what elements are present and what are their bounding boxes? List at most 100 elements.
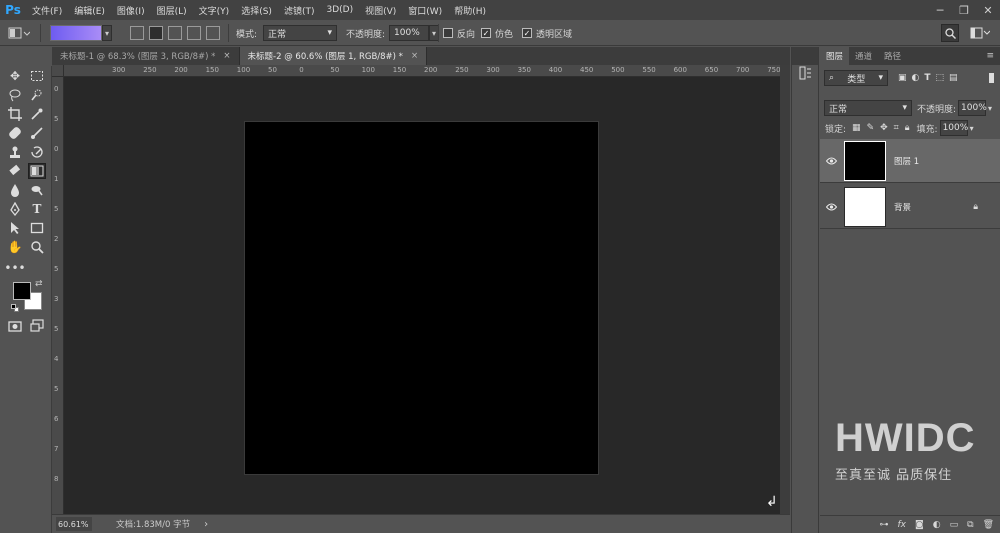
layer-name[interactable]: 背景 <box>894 201 911 213</box>
chevron-down-icon[interactable]: ▾ <box>970 124 974 133</box>
menu-filter[interactable]: 滤镜(T) <box>278 4 321 17</box>
layer-thumbnail[interactable] <box>844 186 886 227</box>
link-icon[interactable]: ⊶ <box>880 520 889 530</box>
layer-name[interactable]: 图层 1 <box>894 155 919 167</box>
new-layer-icon[interactable]: ⧉ <box>967 520 973 530</box>
dither-checkbox[interactable]: ✓ <box>481 28 491 38</box>
type-filter-icon[interactable]: T <box>924 73 930 83</box>
status-menu-arrow[interactable]: › <box>204 519 208 530</box>
close-icon[interactable]: × <box>411 51 418 61</box>
crop-tool-icon[interactable] <box>6 106 24 122</box>
smart-object-filter-icon[interactable]: ▤ <box>949 73 958 83</box>
swap-colors-icon[interactable]: ⇄ <box>35 279 43 289</box>
filter-toggle-icon[interactable] <box>989 73 994 83</box>
blur-tool-icon[interactable] <box>6 182 24 198</box>
angle-gradient-button[interactable] <box>168 26 182 40</box>
layer-opacity-input[interactable]: 100% <box>958 100 987 116</box>
chevron-down-icon[interactable]: ▾ <box>988 104 992 113</box>
lock-artboard-icon[interactable]: ⌗ <box>894 123 899 133</box>
tab-document-2[interactable]: 未标题-2 @ 60.6% (图层 1, RGB/8#) * × <box>239 47 428 65</box>
menu-select[interactable]: 选择(S) <box>235 4 278 17</box>
opacity-input[interactable]: 100% <box>389 25 430 41</box>
blend-mode-select[interactable]: 正常 ▾ <box>824 100 912 116</box>
tab-paths[interactable]: 路径 <box>878 47 907 65</box>
lock-all-icon[interactable]: 🔒︎ <box>905 123 910 133</box>
quick-mask-icon[interactable] <box>6 318 24 334</box>
diamond-gradient-button[interactable] <box>206 26 220 40</box>
search-button[interactable] <box>941 24 959 42</box>
clone-stamp-tool-icon[interactable] <box>6 144 24 160</box>
gradient-tool-icon[interactable] <box>28 163 46 179</box>
visibility-eye-icon[interactable] <box>820 203 842 211</box>
eyedropper-tool-icon[interactable] <box>28 106 46 122</box>
layer-row-background[interactable]: 背景 🔒︎ <box>820 185 1000 229</box>
menu-window[interactable]: 窗口(W) <box>402 4 448 17</box>
reflected-gradient-button[interactable] <box>187 26 201 40</box>
gradient-picker[interactable] <box>50 25 102 41</box>
type-tool-icon[interactable]: T <box>28 201 46 217</box>
shape-filter-icon[interactable]: ⬚ <box>936 73 945 83</box>
ruler-origin[interactable] <box>52 65 64 77</box>
menu-3d[interactable]: 3D(D) <box>320 5 359 15</box>
more-tools-icon[interactable]: ••• <box>4 260 25 276</box>
history-panel-icon[interactable] <box>798 65 814 81</box>
adjustment-filter-icon[interactable]: ◐ <box>912 73 920 83</box>
default-colors-icon[interactable] <box>11 304 19 312</box>
mode-select[interactable]: 正常 ▾ <box>263 25 338 41</box>
close-icon[interactable]: ✕ <box>976 0 1000 20</box>
fx-icon[interactable]: fx <box>898 520 907 530</box>
brush-tool-icon[interactable] <box>28 125 46 141</box>
fill-input[interactable]: 100% <box>939 120 968 136</box>
document-canvas[interactable] <box>244 121 599 475</box>
lock-position-icon[interactable]: ✥ <box>880 123 888 133</box>
mask-icon[interactable]: ◙ <box>915 520 924 530</box>
restore-icon[interactable]: ❐ <box>952 0 976 20</box>
quick-select-tool-icon[interactable] <box>28 87 46 103</box>
layer-filter-select[interactable]: ⌕ 类型 ▾ <box>824 70 888 86</box>
healing-brush-tool-icon[interactable] <box>6 125 24 141</box>
rectangle-tool-icon[interactable] <box>28 220 46 236</box>
radial-gradient-button[interactable] <box>149 26 163 40</box>
history-brush-tool-icon[interactable] <box>28 144 46 160</box>
marquee-tool-icon[interactable] <box>28 68 46 84</box>
chevron-down-icon[interactable]: ▾ <box>102 25 112 41</box>
zoom-level-input[interactable]: 60.61% <box>56 517 92 531</box>
path-select-tool-icon[interactable] <box>6 220 24 236</box>
hand-tool-icon[interactable]: ✋ <box>6 239 24 255</box>
menu-layer[interactable]: 图层(L) <box>151 4 193 17</box>
vertical-scrollbar[interactable] <box>780 65 790 514</box>
menu-type[interactable]: 文字(Y) <box>193 4 236 17</box>
pen-tool-icon[interactable] <box>6 201 24 217</box>
dither-option[interactable]: ✓ 仿色 <box>481 20 513 46</box>
menu-file[interactable]: 文件(F) <box>26 4 68 17</box>
reverse-checkbox[interactable] <box>443 28 453 38</box>
panel-menu-icon[interactable]: ≡ <box>986 51 994 61</box>
lock-transparent-icon[interactable]: ▦ <box>852 123 861 133</box>
lock-pixels-icon[interactable]: ✎ <box>867 123 875 133</box>
zoom-tool-icon[interactable] <box>28 239 46 255</box>
workspace-switcher[interactable] <box>966 24 994 42</box>
move-tool-icon[interactable]: ✥ <box>6 68 24 84</box>
close-icon[interactable]: × <box>223 51 230 61</box>
group-icon[interactable]: ▭ <box>950 520 959 530</box>
tool-preset-picker[interactable] <box>8 20 30 46</box>
menu-view[interactable]: 视图(V) <box>359 4 402 17</box>
foreground-color-swatch[interactable] <box>13 282 31 300</box>
image-filter-icon[interactable]: ▣ <box>898 73 907 83</box>
minimize-icon[interactable]: ─ <box>928 0 952 20</box>
transparency-checkbox[interactable]: ✓ <box>522 28 532 38</box>
adjustment-icon[interactable]: ◐ <box>933 520 941 530</box>
layer-row-layer1[interactable]: 图层 1 <box>820 139 1000 183</box>
menu-edit[interactable]: 编辑(E) <box>68 4 111 17</box>
menu-help[interactable]: 帮助(H) <box>448 4 492 17</box>
screen-mode-icon[interactable] <box>28 318 46 334</box>
dodge-tool-icon[interactable] <box>28 182 46 198</box>
tab-document-1[interactable]: 未标题-1 @ 68.3% (图层 3, RGB/8#) * × <box>52 47 240 65</box>
tab-channels[interactable]: 通道 <box>849 47 878 65</box>
eraser-tool-icon[interactable] <box>6 163 24 179</box>
reverse-option[interactable]: 反向 <box>443 20 475 46</box>
lasso-tool-icon[interactable] <box>6 87 24 103</box>
linear-gradient-button[interactable] <box>130 26 144 40</box>
visibility-eye-icon[interactable] <box>820 157 842 165</box>
menu-image[interactable]: 图像(I) <box>111 4 151 17</box>
